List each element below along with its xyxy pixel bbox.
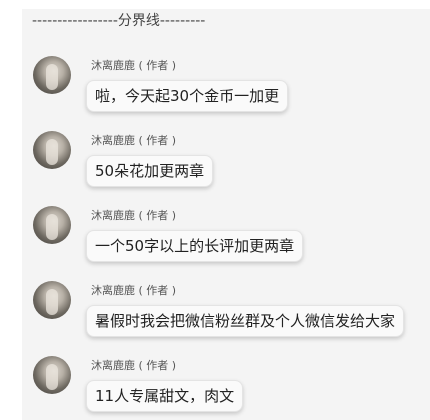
author-avatar[interactable]	[33, 356, 71, 394]
message-bubble: 暑假时我会把微信粉丝群及个人微信发给大家	[86, 305, 405, 337]
message-bubble: 50朵花加更两章	[86, 155, 214, 187]
author-name: 沐离鹿鹿 ( 作者 )	[91, 284, 177, 297]
author-avatar[interactable]	[33, 56, 71, 94]
message-bubble: 啦，今天起30个金币一加更	[86, 80, 289, 112]
message-bubble: 一个50字以上的长评加更两章	[86, 230, 304, 262]
author-avatar[interactable]	[33, 206, 71, 244]
divider-line: -----------------分界线---------	[32, 13, 206, 29]
author-name: 沐离鹿鹿 ( 作者 )	[91, 59, 177, 72]
author-avatar[interactable]	[33, 131, 71, 169]
message-bubble: 11人专属甜文，肉文	[86, 380, 244, 412]
comment-panel	[22, 9, 430, 420]
author-name: 沐离鹿鹿 ( 作者 )	[91, 359, 177, 372]
author-name: 沐离鹿鹿 ( 作者 )	[91, 209, 177, 222]
author-avatar[interactable]	[33, 281, 71, 319]
author-name: 沐离鹿鹿 ( 作者 )	[91, 134, 177, 147]
